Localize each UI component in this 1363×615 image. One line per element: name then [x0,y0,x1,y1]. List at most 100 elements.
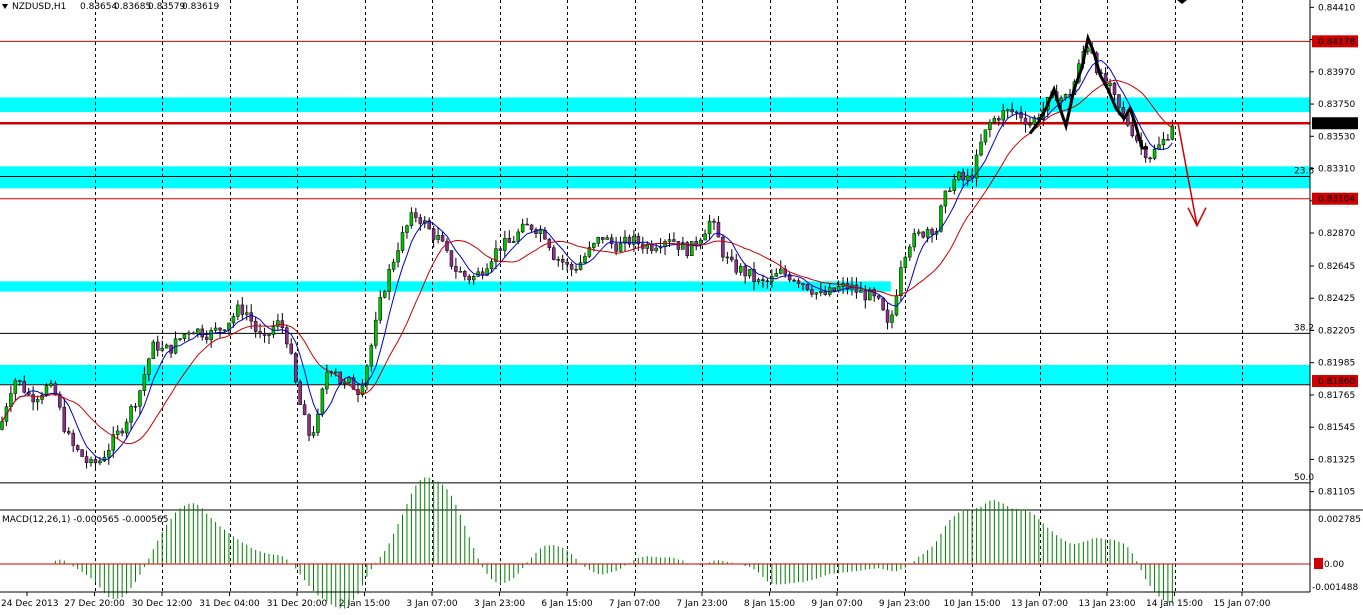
bull-candle [859,290,863,293]
bull-candle [236,304,240,317]
bear-candle [614,243,618,252]
bear-candle [525,223,529,226]
time-label-15: 13 Jan 07:00 [1011,599,1068,609]
bear-candle [716,221,721,238]
bull-candle [178,338,182,340]
bear-candle [1010,109,1014,113]
bear-candle [463,271,467,277]
bull-candle [779,268,783,274]
macd-zero-marker [1314,558,1323,569]
bear-candle [262,333,267,336]
bull-candle [471,276,476,281]
bull-candle [0,421,4,430]
bull-candle [988,122,992,130]
bull-candle [1161,139,1166,146]
bear-candle [80,449,84,457]
bull-candle [320,388,325,415]
time-label-5: 2 Jan 15:00 [339,599,391,609]
bull-candle [196,328,200,335]
ohlc-close: 0.83619 [182,2,219,12]
time-label-11: 8 Jan 15:00 [744,599,796,609]
bull-candle [957,171,961,180]
bull-candle [890,314,894,323]
time-label-8: 6 Jan 15:00 [541,599,593,609]
bull-candle [520,223,525,233]
bear-candle [885,309,890,323]
chart-window[interactable]: 38.2 23.6 50.0 NZDUSD,H1 0.83654 0.83685 0… [0,0,1363,615]
bear-candle [1014,111,1019,114]
bear-candle [801,283,805,285]
bull-candle [124,421,129,434]
time-label-9: 7 Jan 07:00 [609,599,661,609]
bear-candle [93,459,98,464]
bear-candle [1117,94,1121,108]
bear-candle [676,241,681,250]
bear-candle [721,236,725,258]
time-label-0: 24 Dec 2013 [1,599,59,609]
bear-candle [796,280,801,284]
bear-candle [84,456,89,464]
bull-candle [89,459,93,464]
bull-candle [107,450,111,458]
bear-candle [560,259,565,263]
bull-candle [276,320,280,327]
bear-candle [431,228,436,240]
bear-candle [823,291,827,295]
bull-candle [516,231,520,242]
bull-candle [725,256,730,259]
bull-candle [912,233,916,248]
price-marker-text-1: 0.83104 [1318,195,1355,205]
bull-candle [187,332,191,335]
bear-candle [293,353,298,383]
bear-candle [67,431,71,434]
bull-candle [1157,144,1161,150]
bear-candle [792,279,796,282]
ohlc-high: 0.83685 [114,2,151,12]
bull-candle [1063,94,1068,99]
bear-candle [418,217,423,224]
bull-candle [943,190,948,207]
bear-candle [921,231,925,238]
bear-candle [743,265,747,277]
price-marker-text-0: 0.84178 [1318,37,1355,47]
bull-candle [756,279,761,282]
bull-candle [903,256,908,268]
bull-candle [707,220,712,235]
bear-candle [440,235,445,242]
bear-candle [810,289,814,295]
price-tick-label-8: 0.82645 [1318,262,1355,272]
bear-candle [672,239,676,242]
price-tick-label-3: 0.83750 [1318,100,1355,110]
bear-candle [53,383,58,395]
price-tick-label-7: 0.82870 [1318,229,1355,239]
bull-candle [40,395,44,400]
bull-candle [948,190,952,193]
fib-label-3: 38.2 [1294,323,1314,333]
bull-candle [231,316,236,324]
price-marker-text-2: 0.81860 [1318,377,1355,387]
bear-candle [734,259,738,273]
bear-candle [601,237,605,240]
fib-label-4: 23.6 [1294,166,1314,176]
bear-candle [22,381,26,393]
bear-candle [62,406,67,432]
bear-candle [1121,107,1126,115]
bear-candle [1019,112,1023,119]
bull-candle [690,241,694,257]
bull-candle [49,383,53,386]
bear-candle [200,328,204,338]
bull-candle [819,291,823,293]
bull-candle [774,273,779,277]
bull-candle [503,238,507,251]
bull-candle [596,237,601,244]
bull-candle [512,241,516,243]
bear-candle [191,332,196,335]
zone-band-1 [0,166,1310,189]
bear-candle [240,304,245,315]
macd-tick-top: 0.002785 [1318,515,1361,525]
bear-candle [298,381,302,405]
bull-candle [458,271,463,273]
bear-candle [930,229,934,235]
bear-candle [881,297,885,311]
bear-candle [761,279,765,282]
